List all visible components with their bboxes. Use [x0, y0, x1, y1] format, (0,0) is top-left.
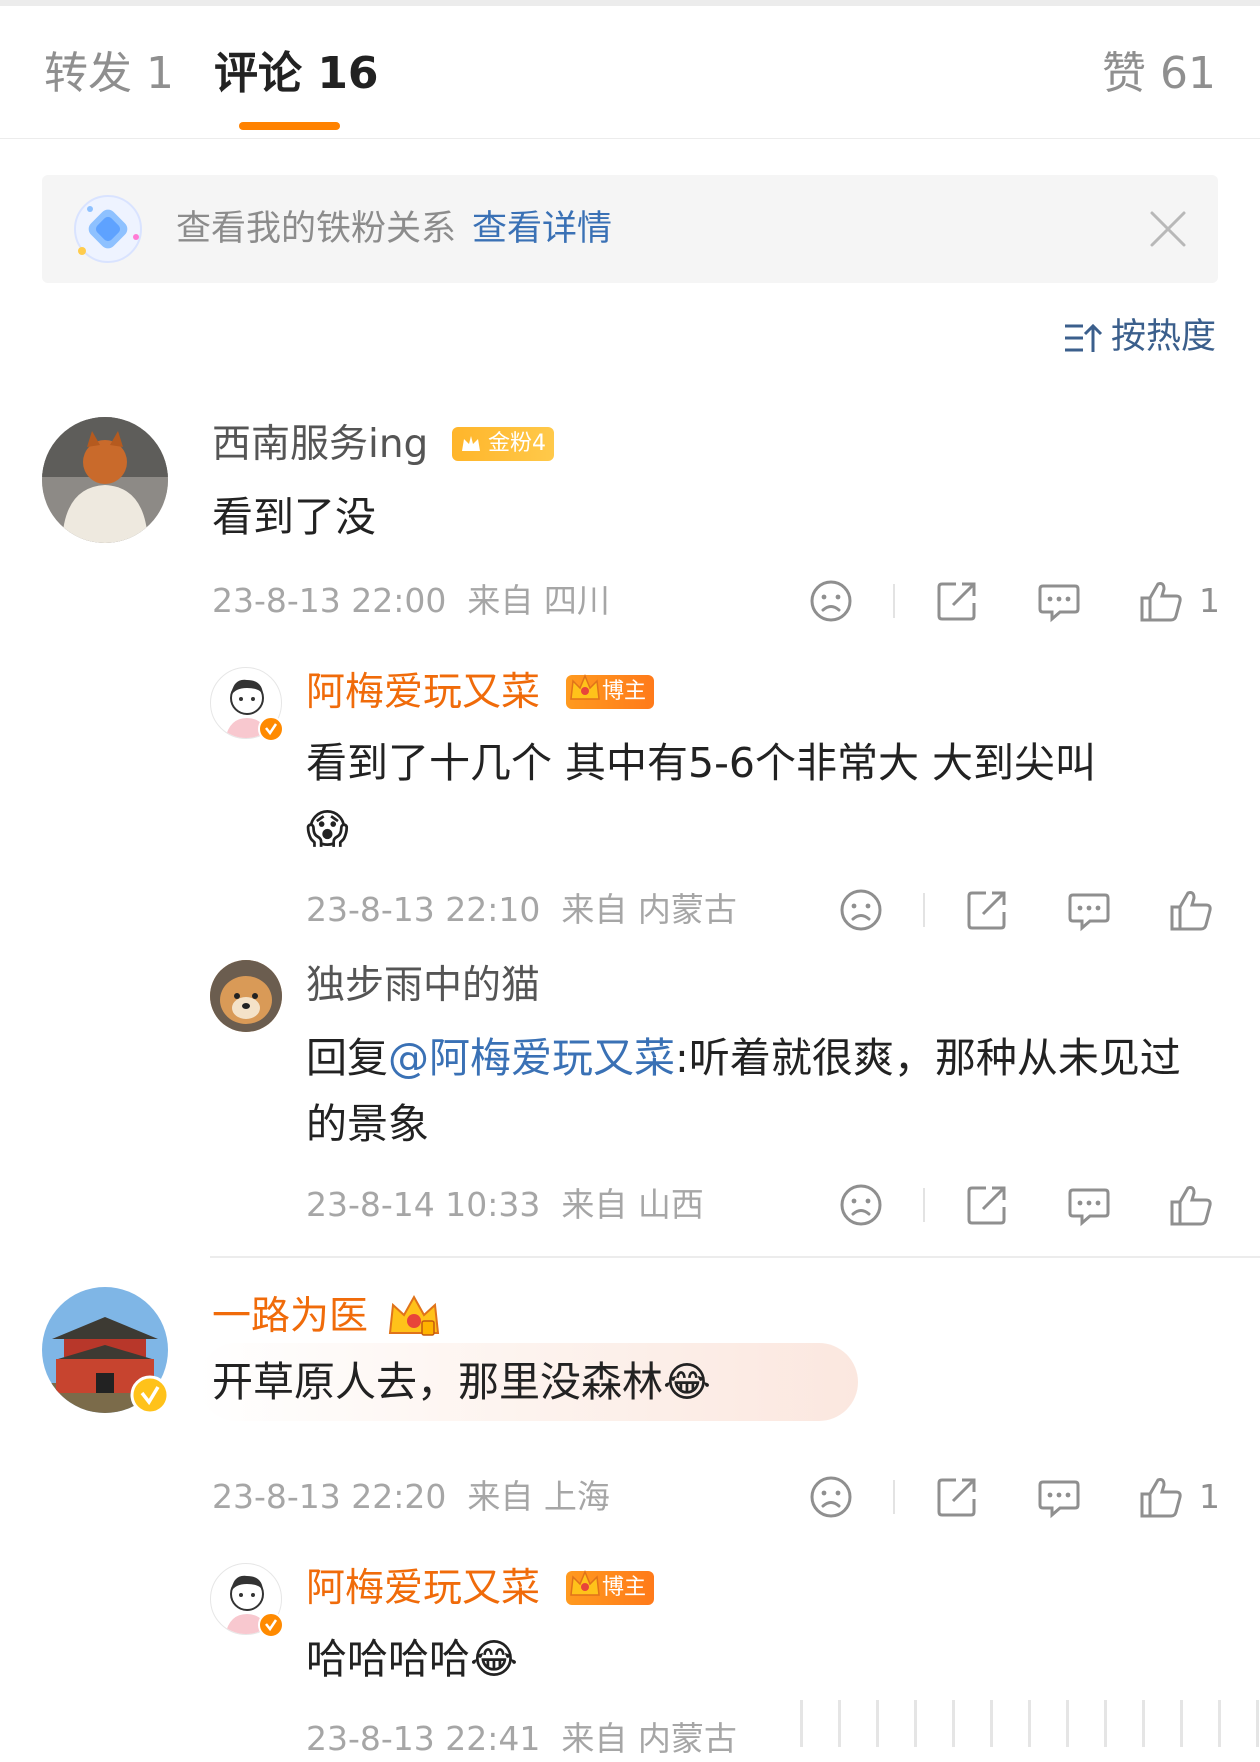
- laugh-emoji: 😂: [470, 1635, 518, 1683]
- laugh-emoji: 😂: [663, 1358, 711, 1406]
- sort-icon: [1064, 323, 1103, 352]
- active-tab-indicator: [239, 122, 340, 130]
- diamond-icon: [72, 193, 144, 265]
- comment-username[interactable]: 西南服务ing: [212, 419, 428, 471]
- dislike-icon[interactable]: [838, 887, 884, 933]
- reply-prefix: 回复: [306, 1034, 388, 1082]
- reply-username[interactable]: 阿梅爱玩又菜: [306, 667, 540, 719]
- sort-by-hot-button[interactable]: 按热度: [1063, 312, 1216, 362]
- fan-badge-label: 金粉4: [488, 431, 546, 456]
- close-icon[interactable]: [1146, 207, 1190, 251]
- banner-text: 查看我的铁粉关系: [176, 209, 457, 249]
- reply-icon[interactable]: [1036, 1474, 1082, 1520]
- reply-text: 看到了十几个 其中有5-6个非常大 大到尖叫 😱: [306, 730, 1186, 862]
- like-icon[interactable]: [1138, 578, 1184, 624]
- comment-meta: 23-8-13 22:00 来自 四川: [212, 578, 610, 624]
- sort-label: 按热度: [1110, 317, 1216, 357]
- share-icon[interactable]: [934, 578, 980, 624]
- verified-icon: [258, 1612, 284, 1642]
- scream-emoji: 😱: [306, 805, 349, 853]
- reply-icon[interactable]: [1066, 887, 1112, 933]
- blogger-badge-label: 博主: [602, 1575, 647, 1600]
- comment-text: 开草原人去，那里没森林😂: [212, 1349, 1112, 1415]
- dislike-icon[interactable]: [838, 1182, 884, 1228]
- reply-text: 回复@阿梅爱玩又菜:听着就很爽，那种从未见过的景象: [306, 1025, 1186, 1157]
- reply-location: 来自 内蒙古: [561, 1719, 737, 1758]
- share-icon[interactable]: [964, 1182, 1010, 1228]
- crown-icon: [570, 1570, 600, 1596]
- scroll-indicator: [800, 1700, 1260, 1747]
- reply-meta: 23-8-13 22:10 来自 内蒙古: [306, 887, 737, 933]
- reply-location: 来自 内蒙古: [561, 890, 737, 929]
- comment-time: 23-8-13 22:00: [212, 581, 447, 620]
- comment-text-body: 开草原人去，那里没森林: [212, 1358, 663, 1406]
- reply-meta: 23-8-13 22:41 来自 内蒙古: [306, 1716, 737, 1762]
- action-divider: [893, 584, 895, 618]
- tab-comments[interactable]: 评论 16: [214, 46, 379, 102]
- comment-time: 23-8-13 22:20: [212, 1477, 447, 1516]
- iron-fan-banner[interactable]: 查看我的铁粉关系 查看详情: [42, 175, 1218, 283]
- comment-text: 看到了没: [212, 493, 376, 541]
- like-count: 1: [1199, 1477, 1220, 1516]
- like-icon[interactable]: [1138, 1474, 1184, 1520]
- crown-icon: [570, 674, 600, 700]
- reply-username[interactable]: 独步雨中的猫: [306, 960, 540, 1012]
- tab-bar: 转发 1 评论 16 赞 61: [0, 6, 1260, 139]
- reply-time: 23-8-13 22:41: [306, 1719, 541, 1758]
- blogger-badge[interactable]: 博主: [566, 1570, 655, 1605]
- action-divider: [893, 1480, 895, 1514]
- action-divider: [923, 1188, 925, 1222]
- reply-text-body: 哈哈哈哈: [306, 1635, 470, 1683]
- like-icon[interactable]: [1168, 1182, 1214, 1228]
- reply-location: 来自 山西: [561, 1185, 704, 1224]
- crown-icon: [462, 436, 480, 451]
- reply-text: 哈哈哈哈😂: [306, 1626, 518, 1692]
- blogger-badge[interactable]: 博主: [566, 674, 655, 709]
- dislike-icon[interactable]: [808, 1474, 854, 1520]
- crown-icon[interactable]: [386, 1293, 442, 1343]
- action-divider: [923, 893, 925, 927]
- banner-details-link[interactable]: 查看详情: [472, 205, 612, 253]
- comment-username[interactable]: 一路为医: [212, 1291, 368, 1343]
- verified-icon: [130, 1375, 170, 1419]
- reply-time: 23-8-13 22:10: [306, 890, 541, 929]
- comment-location: 来自 上海: [467, 1477, 610, 1516]
- reply-username[interactable]: 阿梅爱玩又菜: [306, 1563, 540, 1615]
- like-icon[interactable]: [1168, 887, 1214, 933]
- tab-likes[interactable]: 赞 61: [1102, 46, 1216, 102]
- reply-meta: 23-8-14 10:33 来自 山西: [306, 1182, 704, 1228]
- reply-icon[interactable]: [1036, 578, 1082, 624]
- blogger-badge-label: 博主: [602, 679, 647, 704]
- share-icon[interactable]: [964, 887, 1010, 933]
- reply-text-body: 看到了十几个 其中有5-6个非常大 大到尖叫: [306, 739, 1097, 787]
- share-icon[interactable]: [934, 1474, 980, 1520]
- comment-divider: [210, 1256, 1260, 1258]
- avatar[interactable]: [210, 960, 282, 1032]
- comment-meta: 23-8-13 22:20 来自 上海: [212, 1474, 610, 1520]
- like-count: 1: [1199, 581, 1220, 620]
- dislike-icon[interactable]: [808, 578, 854, 624]
- reply-icon[interactable]: [1066, 1182, 1112, 1228]
- mention-link[interactable]: @阿梅爱玩又菜: [388, 1034, 675, 1082]
- fan-badge[interactable]: 金粉4: [452, 427, 554, 461]
- verified-icon: [258, 716, 284, 746]
- comment-location: 来自 四川: [467, 581, 610, 620]
- tab-repost[interactable]: 转发 1: [44, 46, 174, 102]
- avatar[interactable]: [42, 417, 168, 543]
- reply-time: 23-8-14 10:33: [306, 1185, 541, 1224]
